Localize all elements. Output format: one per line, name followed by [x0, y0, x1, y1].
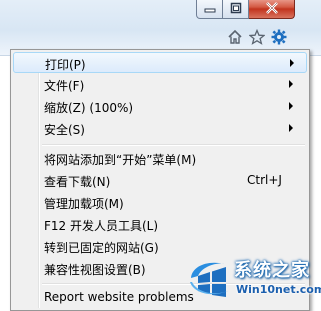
menu-item-label: F12 开发人员工具(L) — [44, 219, 159, 233]
favorites-star-icon — [249, 29, 265, 45]
menu-item-label: Report website problems — [44, 290, 194, 304]
menu-item-label: 兼容性视图设置(B) — [44, 263, 146, 277]
menu-item-add-to-start[interactable]: 将网站添加到“开始”菜单(M) — [13, 148, 307, 169]
watermark-title: 系统之家 — [234, 260, 310, 281]
menu-separator — [42, 144, 305, 146]
menu-item-f12-dev-tools[interactable]: F12 开发人员工具(L) — [13, 214, 307, 235]
restore-button[interactable] — [223, 0, 249, 19]
favorites-button[interactable] — [248, 28, 266, 46]
menu-item-label: 安全(S) — [44, 123, 85, 137]
menu-item-manage-addons[interactable]: 管理加载项(M) — [13, 192, 307, 213]
submenu-arrow-icon — [289, 80, 293, 88]
minimize-icon — [204, 8, 215, 13]
home-icon — [228, 29, 242, 44]
watermark: 系统之家 Win10net.com — [188, 252, 321, 304]
menu-item-label: 打印(P) — [45, 58, 86, 72]
watermark-url: Win10net.com — [236, 283, 321, 296]
submenu-arrow-icon — [289, 124, 293, 132]
home-button[interactable] — [226, 28, 244, 46]
minimize-button[interactable] — [196, 0, 223, 19]
close-button[interactable] — [249, 0, 295, 19]
menu-item-label: 转到已固定的网站(G) — [44, 241, 159, 255]
menu-item-file[interactable]: 文件(F) — [13, 74, 307, 95]
tools-gear-icon — [271, 29, 287, 45]
menu-item-label: 文件(F) — [44, 79, 85, 93]
submenu-arrow-icon — [290, 59, 294, 67]
menu-item-view-downloads[interactable]: 查看下载(N) Ctrl+J — [13, 170, 307, 191]
menu-item-shortcut: Ctrl+J — [247, 173, 282, 187]
menu-item-zoom[interactable]: 缩放(Z) (100%) — [13, 96, 307, 117]
tools-button[interactable] — [270, 28, 288, 46]
menu-item-label: 查看下载(N) — [44, 175, 111, 189]
restore-icon — [230, 2, 241, 14]
close-icon — [265, 2, 278, 14]
menu-item-label: 缩放(Z) (100%) — [44, 101, 134, 115]
menu-item-label: 管理加载项(M) — [44, 197, 124, 211]
browser-chrome — [0, 0, 321, 56]
command-icons — [226, 28, 288, 46]
menu-item-safety[interactable]: 安全(S) — [13, 118, 307, 139]
menu-item-label: 将网站添加到“开始”菜单(M) — [44, 153, 197, 167]
submenu-arrow-icon — [289, 102, 293, 110]
win10-logo-icon — [190, 262, 230, 297]
window-caption-buttons — [196, 0, 295, 20]
menu-item-print[interactable]: 打印(P) — [13, 52, 307, 73]
